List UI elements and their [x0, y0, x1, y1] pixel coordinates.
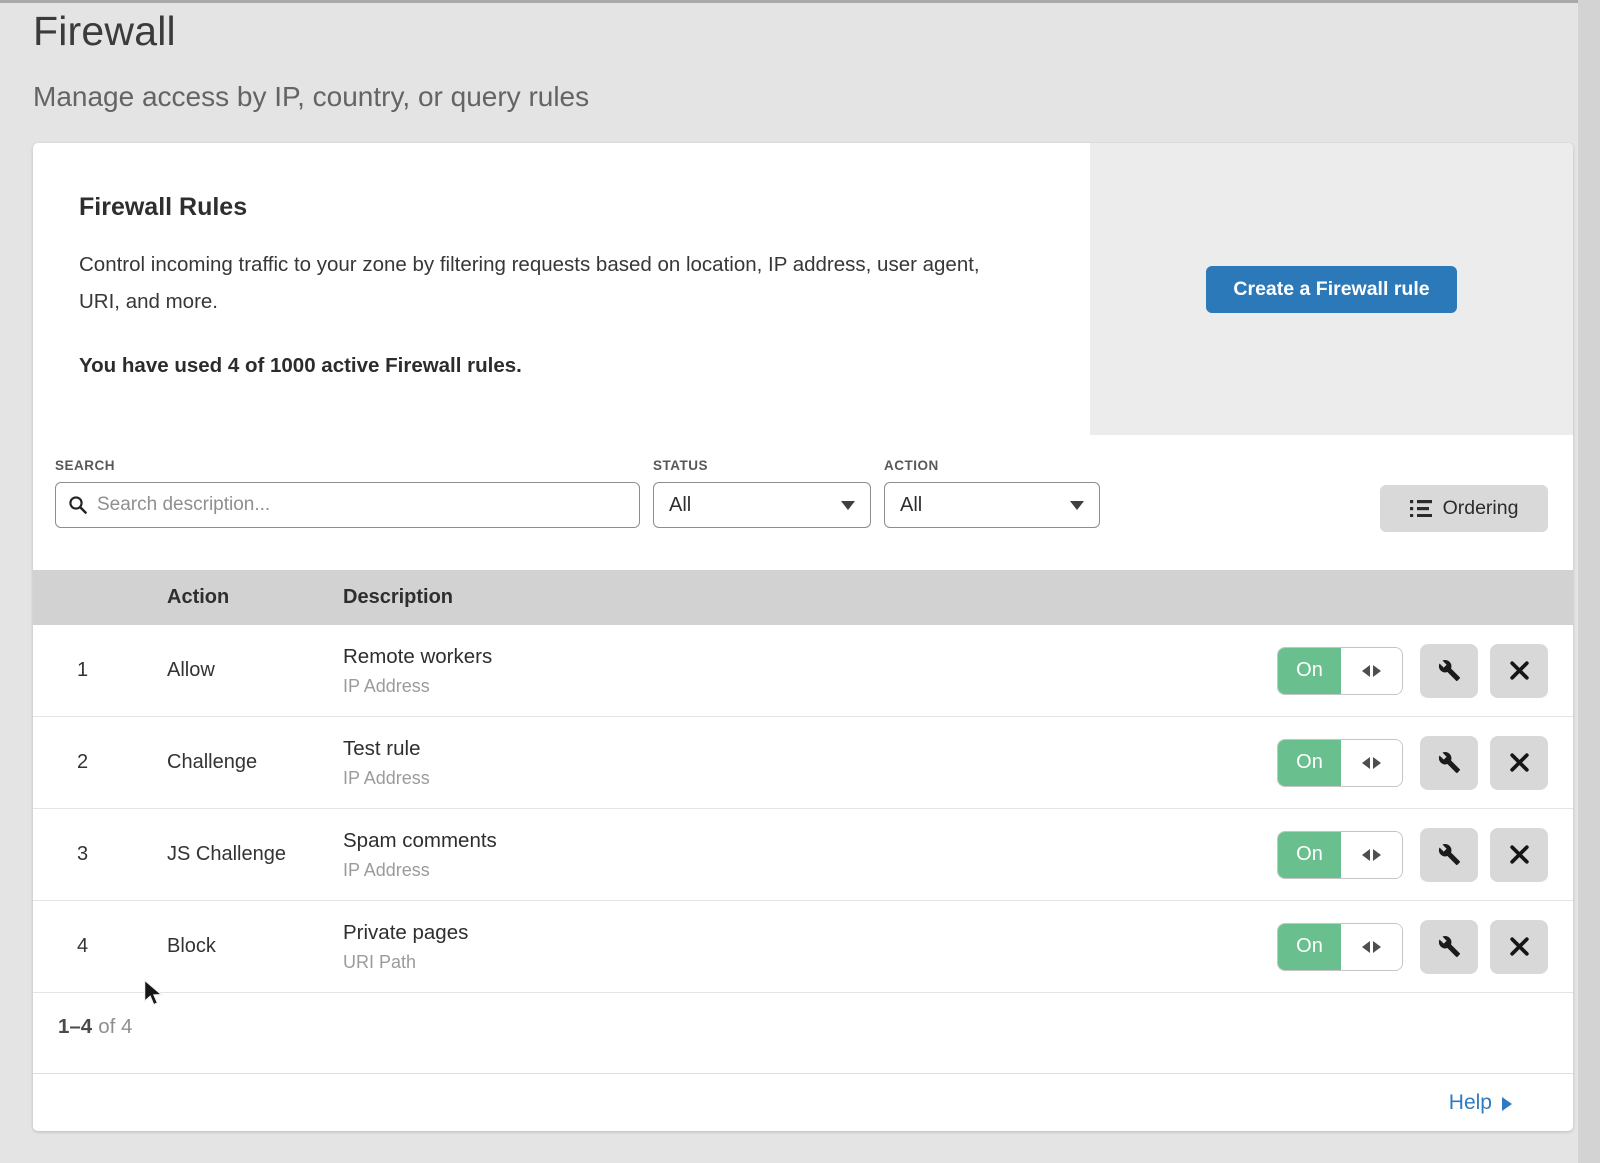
toggle-on-label: On [1278, 924, 1341, 970]
pagination-range: 1–4 [58, 1015, 92, 1038]
usage-count-text: You have used 4 of 1000 active Firewall … [79, 354, 1020, 378]
search-input-wrap [55, 482, 640, 528]
rule-match-type: URI Path [343, 952, 1277, 973]
help-arrow-icon [1502, 1097, 1512, 1111]
status-selected-value: All [669, 494, 691, 517]
rule-enabled-toggle[interactable]: On [1277, 923, 1403, 971]
pagination-total: of 4 [98, 1015, 132, 1038]
rule-description: Test rule [343, 737, 1277, 761]
close-icon [1509, 844, 1530, 865]
rule-action: JS Challenge [167, 843, 343, 866]
rule-controls: On [1277, 828, 1573, 882]
action-filter: ACTION All [884, 458, 1100, 528]
toggle-on-label: On [1278, 832, 1341, 878]
rule-enabled-toggle[interactable]: On [1277, 831, 1403, 879]
wrench-icon [1438, 843, 1461, 866]
rule-priority: 3 [33, 843, 167, 866]
action-column-header: Action [167, 586, 343, 609]
ordering-button-label: Ordering [1443, 497, 1519, 520]
rule-action: Block [167, 935, 343, 958]
rule-match-type: IP Address [343, 676, 1277, 697]
rule-match-type: IP Address [343, 768, 1277, 789]
search-icon [68, 495, 88, 515]
rule-match-type: IP Address [343, 860, 1277, 881]
rule-description-cell: Test rule IP Address [343, 737, 1277, 789]
page-subtitle: Manage access by IP, country, or query r… [33, 81, 589, 113]
rule-description-cell: Private pages URI Path [343, 921, 1277, 973]
search-label: SEARCH [55, 458, 640, 473]
card-description: Control incoming traffic to your zone by… [79, 246, 1020, 320]
delete-rule-button[interactable] [1490, 920, 1548, 974]
rule-controls: On [1277, 920, 1573, 974]
table-header-row: Action Description [33, 570, 1573, 625]
caret-down-icon [841, 501, 855, 510]
panel-footer: Help [33, 1073, 1573, 1131]
rule-action: Allow [167, 659, 343, 682]
search-input[interactable] [97, 494, 627, 516]
create-firewall-rule-button[interactable]: Create a Firewall rule [1206, 266, 1456, 313]
rule-priority: 1 [33, 659, 167, 682]
help-link-label: Help [1449, 1091, 1492, 1115]
page-title: Firewall [33, 8, 589, 55]
rule-action: Challenge [167, 751, 343, 774]
rule-description-cell: Remote workers IP Address [343, 645, 1277, 697]
status-select[interactable]: All [653, 482, 871, 528]
search-filter: SEARCH [55, 458, 640, 528]
table-row: 1 Allow Remote workers IP Address On [33, 625, 1573, 717]
rule-controls: On [1277, 644, 1573, 698]
delete-rule-button[interactable] [1490, 736, 1548, 790]
page-right-gutter [1578, 0, 1600, 1163]
ordering-button[interactable]: Ordering [1380, 485, 1548, 532]
create-rule-area: Create a Firewall rule [1090, 143, 1573, 435]
wrench-icon [1438, 659, 1461, 682]
description-column-header: Description [343, 586, 1573, 609]
pagination: 1–4 of 4 [33, 993, 1573, 1073]
action-selected-value: All [900, 494, 922, 517]
toggle-arrows-icon [1341, 924, 1402, 970]
status-label: STATUS [653, 458, 871, 473]
rule-description: Spam comments [343, 829, 1277, 853]
edit-rule-button[interactable] [1420, 920, 1478, 974]
close-icon [1509, 936, 1530, 957]
edit-rule-button[interactable] [1420, 828, 1478, 882]
action-label: ACTION [884, 458, 1100, 473]
rule-enabled-toggle[interactable]: On [1277, 647, 1403, 695]
rule-priority: 4 [33, 935, 167, 958]
firewall-rules-summary: Firewall Rules Control incoming traffic … [33, 143, 1573, 435]
table-row: 3 JS Challenge Spam comments IP Address … [33, 809, 1573, 901]
edit-rule-button[interactable] [1420, 736, 1478, 790]
toggle-arrows-icon [1341, 648, 1402, 694]
ordered-list-icon [1410, 500, 1432, 517]
rule-description: Remote workers [343, 645, 1277, 669]
caret-down-icon [1070, 501, 1084, 510]
window-top-edge [0, 0, 1600, 3]
rule-priority: 2 [33, 751, 167, 774]
close-icon [1509, 752, 1530, 773]
help-link[interactable]: Help [1449, 1091, 1512, 1115]
card-heading: Firewall Rules [79, 193, 1020, 222]
close-icon [1509, 660, 1530, 681]
rule-enabled-toggle[interactable]: On [1277, 739, 1403, 787]
edit-rule-button[interactable] [1420, 644, 1478, 698]
toggle-on-label: On [1278, 740, 1341, 786]
status-filter: STATUS All [653, 458, 871, 528]
toggle-on-label: On [1278, 648, 1341, 694]
table-row: 2 Challenge Test rule IP Address On [33, 717, 1573, 809]
action-select[interactable]: All [884, 482, 1100, 528]
firewall-rules-panel: Firewall Rules Control incoming traffic … [33, 143, 1573, 1131]
table-row: 4 Block Private pages URI Path On [33, 901, 1573, 993]
toggle-arrows-icon [1341, 740, 1402, 786]
delete-rule-button[interactable] [1490, 828, 1548, 882]
toggle-arrows-icon [1341, 832, 1402, 878]
rule-description: Private pages [343, 921, 1277, 945]
wrench-icon [1438, 751, 1461, 774]
wrench-icon [1438, 935, 1461, 958]
delete-rule-button[interactable] [1490, 644, 1548, 698]
summary-text-block: Firewall Rules Control incoming traffic … [33, 143, 1090, 435]
rule-description-cell: Spam comments IP Address [343, 829, 1277, 881]
rule-controls: On [1277, 736, 1573, 790]
page-header: Firewall Manage access by IP, country, o… [33, 8, 589, 113]
filter-bar: SEARCH STATUS All ACTION All [33, 435, 1573, 570]
